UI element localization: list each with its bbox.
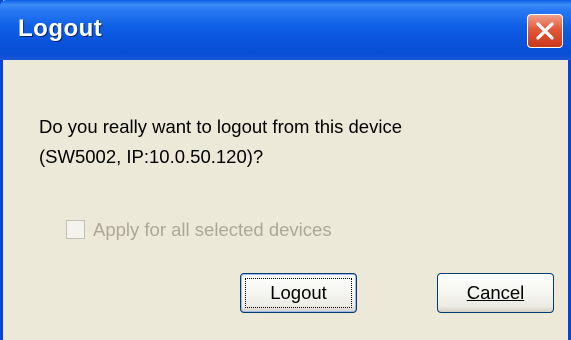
message-line-2: (SW5002, IP:10.0.50.120)? [39,146,264,167]
message-line-1: Do you really want to logout from this d… [39,116,402,137]
close-button[interactable] [527,14,563,48]
close-icon [536,22,554,40]
apply-all-checkbox[interactable] [66,220,85,239]
logout-dialog: Logout Do you really want to logout from… [0,0,571,340]
logout-button[interactable]: Logout [240,273,357,313]
cancel-button[interactable]: Cancel [437,273,554,313]
apply-all-checkbox-label: Apply for all selected devices [93,219,332,240]
confirmation-message: Do you really want to logout from this d… [39,112,402,172]
focus-rectangle [245,278,352,308]
window-title: Logout [18,15,103,42]
cancel-button-label: Cancel [466,282,525,303]
title-bar[interactable]: Logout [0,0,571,60]
